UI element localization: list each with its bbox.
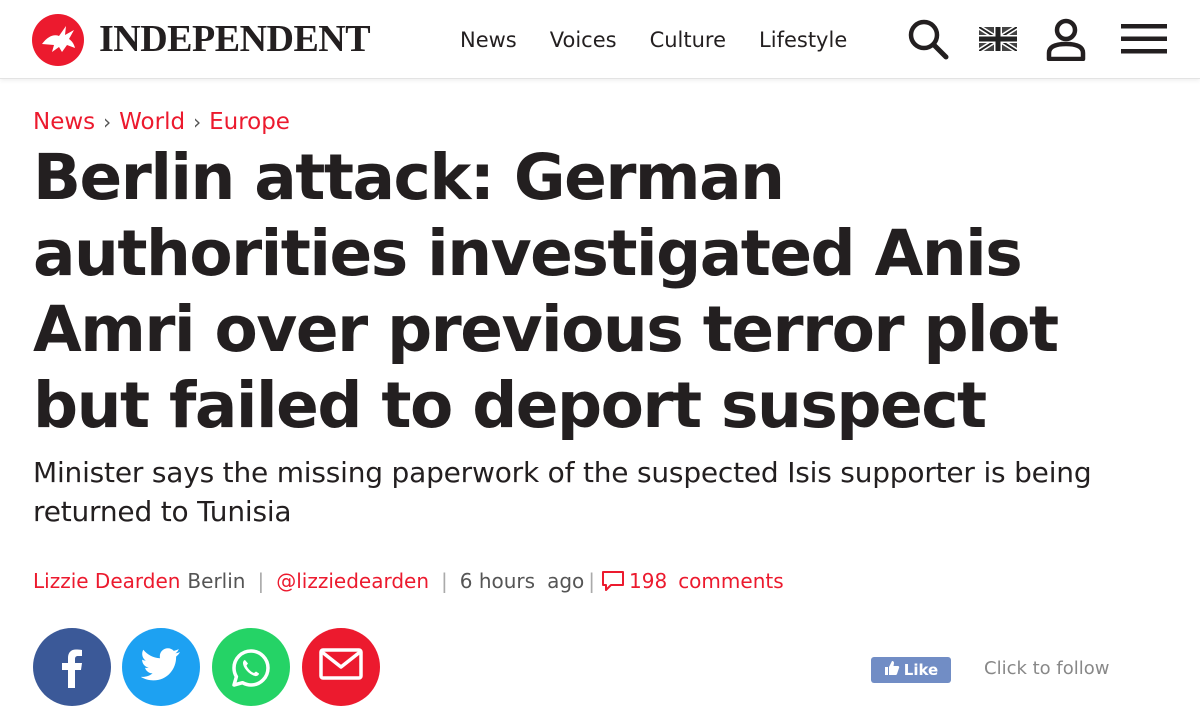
facebook-icon [57, 628, 87, 693]
facebook-like-button[interactable]: Like [871, 657, 951, 683]
nav-item-news[interactable]: News [460, 24, 517, 56]
uk-flag-icon[interactable] [978, 16, 1018, 62]
article-standfirst: Minister says the missing paperwork of t… [33, 456, 1092, 528]
byline-divider: | [441, 569, 448, 593]
share-whatsapp-button[interactable] [212, 628, 290, 706]
share-facebook-button[interactable] [33, 628, 111, 706]
breadcrumb-europe[interactable]: Europe [209, 109, 290, 135]
publish-time-suffix: ago [547, 569, 585, 593]
comments-link[interactable]: 198 comments [601, 569, 784, 593]
share-email-button[interactable] [302, 628, 380, 706]
menu-icon[interactable] [1120, 16, 1168, 62]
whatsapp-icon [231, 628, 271, 693]
site-logo-text[interactable]: INDEPENDENT [99, 15, 371, 63]
breadcrumb-separator: › [193, 110, 202, 134]
author-link[interactable]: Lizzie Dearden [33, 569, 180, 593]
eagle-logo-icon[interactable] [32, 14, 84, 66]
email-icon [319, 628, 363, 685]
nav-item-lifestyle[interactable]: Lifestyle [759, 24, 847, 56]
like-label: Like [903, 661, 939, 679]
breadcrumb-news[interactable]: News [33, 109, 95, 135]
breadcrumb-separator: › [103, 110, 112, 134]
byline-divider: | [588, 569, 595, 593]
author-location: Berlin [187, 569, 246, 593]
twitter-icon [140, 628, 181, 687]
user-icon[interactable] [1044, 16, 1088, 62]
nav-item-voices[interactable]: Voices [550, 24, 617, 56]
byline-divider: | [257, 569, 265, 593]
publish-time: 6 hours [459, 569, 536, 593]
main-nav: News Voices Culture Lifestyle [460, 24, 847, 56]
comment-label: comments [678, 569, 784, 593]
follow-text[interactable]: Click to follow [984, 658, 1110, 679]
article-byline: Lizzie Dearden Berlin | @lizziedearden |… [33, 565, 784, 597]
article-headline: Berlin attack: German authorities invest… [33, 141, 1059, 442]
comment-icon [601, 570, 625, 592]
share-twitter-button[interactable] [122, 628, 200, 706]
thumbs-up-icon [884, 660, 900, 680]
nav-item-culture[interactable]: Culture [650, 24, 726, 56]
site-header: INDEPENDENT News Voices Culture Lifestyl… [0, 0, 1200, 79]
breadcrumb: News › World › Europe [33, 104, 290, 140]
search-icon[interactable] [905, 16, 951, 62]
author-twitter-link[interactable]: @lizziedearden [276, 569, 429, 593]
comment-count: 198 [629, 569, 668, 593]
breadcrumb-world[interactable]: World [119, 109, 185, 135]
